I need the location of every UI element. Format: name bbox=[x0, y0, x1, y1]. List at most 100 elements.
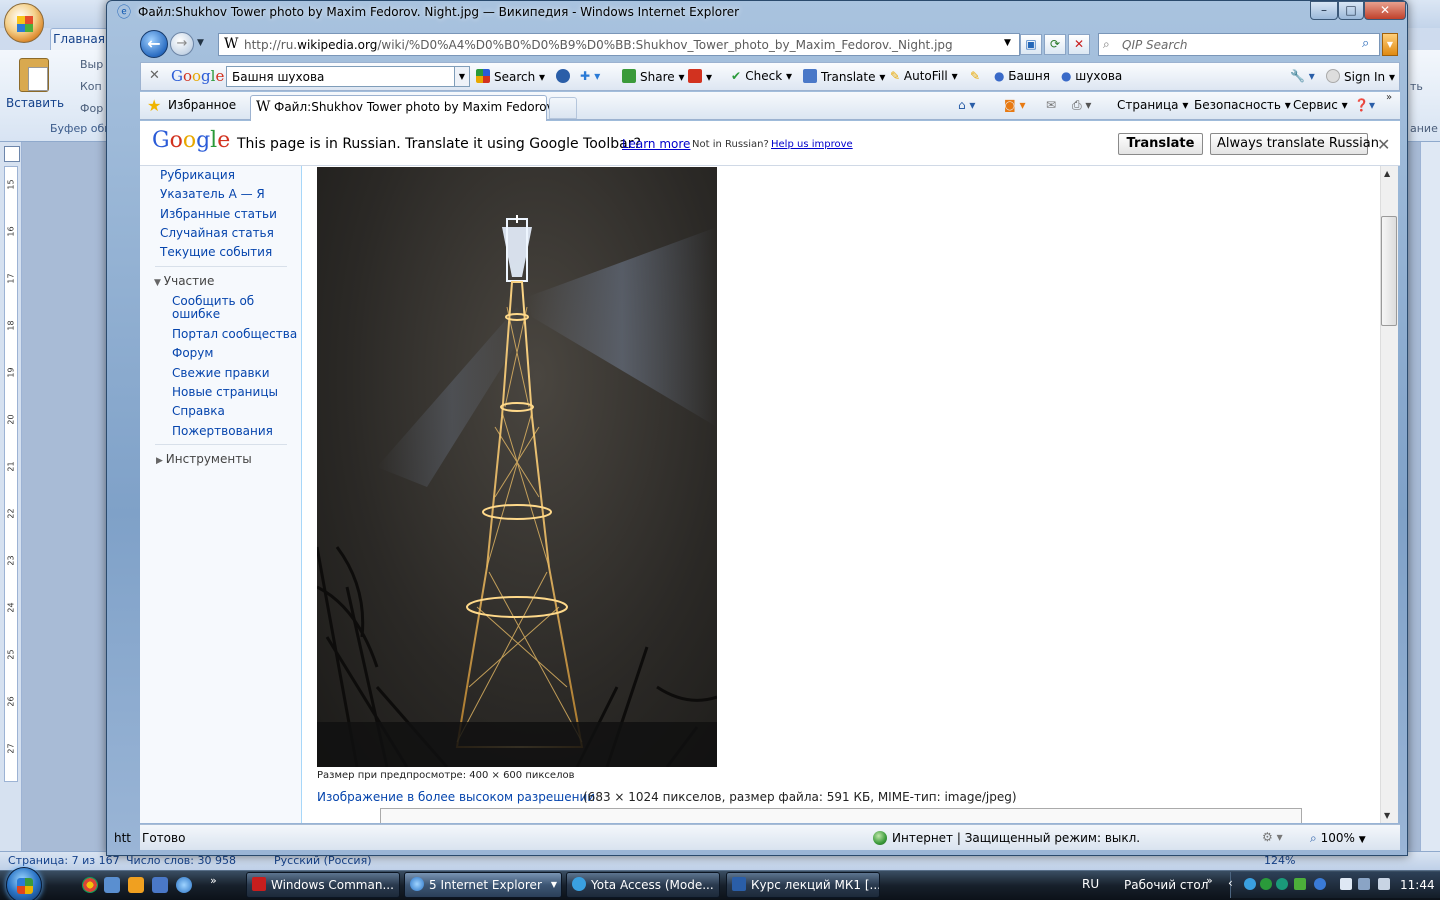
tools-menu[interactable]: Сервис ▾ bbox=[1293, 98, 1348, 112]
sidebar-item-help[interactable]: Справка bbox=[172, 404, 225, 418]
refresh-icon[interactable]: ⟳ bbox=[1044, 34, 1066, 55]
sidebar-item-featured[interactable]: Избранные статьи bbox=[160, 207, 277, 221]
task-word-document[interactable]: Курс лекций МК1 [... bbox=[726, 872, 880, 898]
shukhov-tower-photo[interactable] bbox=[317, 167, 717, 767]
switch-windows-icon[interactable] bbox=[152, 877, 168, 893]
print-icon[interactable]: ⎙ ▾ bbox=[1072, 98, 1091, 113]
favorites-star-icon[interactable]: ★ bbox=[147, 96, 161, 115]
learn-more-link[interactable]: Learn more bbox=[622, 137, 690, 151]
add-button-icon[interactable]: ✚ ▾ bbox=[580, 69, 600, 83]
sidebar-item-community-portal[interactable]: Портал сообщества bbox=[172, 327, 297, 341]
sidebar-item-rubrics[interactable]: Рубрикация bbox=[160, 168, 235, 182]
clock[interactable]: 11:44 bbox=[1400, 878, 1435, 892]
paste-button[interactable]: Вставить bbox=[6, 56, 64, 122]
status-page[interactable]: Страница: 7 из 167 bbox=[8, 854, 120, 867]
task-yota-access[interactable]: Yota Access (Mode... bbox=[566, 872, 720, 898]
popup-blocker-icon[interactable]: ▾ bbox=[688, 69, 712, 84]
task-windows-commander[interactable]: Windows Comman... bbox=[246, 872, 400, 898]
tray-network-icon[interactable] bbox=[1244, 878, 1256, 890]
mail-icon[interactable]: ✉ bbox=[1046, 98, 1056, 112]
start-button[interactable] bbox=[6, 867, 42, 900]
always-translate-button[interactable]: Always translate Russian bbox=[1210, 133, 1379, 155]
address-url[interactable]: http://ru.wikipedia.org/wiki/%D0%A4%D0%B… bbox=[244, 38, 953, 52]
sign-in-button[interactable]: Sign In ▾ bbox=[1326, 69, 1395, 84]
forward-button[interactable]: → bbox=[170, 32, 194, 56]
show-desktop-icon[interactable] bbox=[104, 877, 120, 893]
desktop-more-icon[interactable]: » bbox=[1206, 874, 1213, 887]
tray-volume-icon[interactable] bbox=[1378, 878, 1390, 890]
cut-button[interactable]: Выр bbox=[80, 58, 103, 71]
tab-title[interactable]: Файл:Shukhov Tower photo by Maxim Fedoro… bbox=[274, 100, 572, 114]
wrench-icon[interactable]: 🔧 ▾ bbox=[1290, 69, 1315, 83]
translate-page-button[interactable]: Translate bbox=[1118, 133, 1203, 155]
format-painter-button[interactable]: Фор bbox=[80, 102, 103, 115]
spellcheck-button[interactable]: ✔ Check ▾ bbox=[731, 69, 792, 83]
sidebar-item-report-error[interactable]: Сообщить об ошибке bbox=[172, 294, 254, 321]
minimize-button[interactable]: – bbox=[1310, 1, 1338, 20]
tray-battery-icon[interactable] bbox=[1340, 878, 1352, 890]
translate-button[interactable]: Translate ▾ bbox=[803, 69, 885, 84]
scroll-up-arrow-icon[interactable]: ▲ bbox=[1384, 169, 1390, 178]
tray-app-icon[interactable] bbox=[1276, 878, 1288, 890]
share-button[interactable]: Share ▾ bbox=[622, 69, 684, 84]
protected-mode-icon[interactable]: ⚙ ▾ bbox=[1262, 830, 1283, 844]
high-resolution-link[interactable]: Изображение в более высоком разрешении bbox=[317, 790, 595, 804]
chrome-icon[interactable] bbox=[82, 877, 98, 893]
page-menu[interactable]: Страница ▾ bbox=[1117, 98, 1188, 112]
quicklaunch-more-icon[interactable]: » bbox=[210, 874, 217, 887]
office-button[interactable] bbox=[4, 3, 44, 43]
highlighter-icon[interactable]: ✎ bbox=[970, 69, 980, 83]
scroll-down-arrow-icon[interactable]: ▼ bbox=[1384, 811, 1390, 820]
scrollbar-thumb[interactable] bbox=[1381, 216, 1397, 326]
sidebar-item-new-pages[interactable]: Новые страницы bbox=[172, 385, 278, 399]
copy-button[interactable]: Коп bbox=[80, 80, 102, 93]
google-search-button[interactable]: Search ▾ bbox=[476, 69, 545, 84]
recent-pages-dropdown[interactable]: ▼ bbox=[197, 38, 204, 48]
security-zone[interactable]: Интернет | Защищенный режим: выкл. bbox=[892, 831, 1140, 845]
chevron-more-icon[interactable]: » bbox=[1386, 92, 1392, 103]
help-improve-link[interactable]: Help us improve bbox=[771, 139, 853, 150]
toolbar-close-icon[interactable]: ✕ bbox=[149, 68, 160, 83]
new-tab-button[interactable] bbox=[549, 97, 577, 119]
participation-section[interactable]: ▼ Участие bbox=[154, 274, 214, 288]
ie-quicklaunch-icon[interactable] bbox=[176, 877, 192, 893]
maximize-button[interactable]: □ bbox=[1338, 1, 1364, 20]
google-search-input[interactable]: Башня шухова bbox=[226, 66, 456, 87]
zoom-level[interactable]: ⌕ 100% ▼ bbox=[1310, 831, 1366, 846]
globe-icon[interactable] bbox=[556, 69, 574, 84]
sidebar-item-forum[interactable]: Форум bbox=[172, 346, 213, 360]
show-hidden-icons[interactable]: ‹ bbox=[1228, 876, 1233, 890]
stop-icon[interactable]: ✕ bbox=[1068, 34, 1090, 55]
close-window-button[interactable]: ✕ bbox=[1364, 1, 1406, 20]
tab-selector[interactable] bbox=[4, 146, 20, 162]
feeds-icon[interactable]: ◙ ▾ bbox=[1004, 98, 1025, 112]
word-tab-home[interactable]: Главная bbox=[50, 28, 108, 50]
close-translate-bar-icon[interactable]: ✕ bbox=[1377, 135, 1390, 154]
compatibility-view-icon[interactable]: ▣ bbox=[1020, 34, 1042, 55]
desktop-toolbar[interactable]: Рабочий стол bbox=[1124, 878, 1208, 892]
tray-signal-icon[interactable] bbox=[1358, 878, 1370, 890]
tools-section[interactable]: ▶ Инструменты bbox=[156, 452, 252, 466]
sidebar-item-random[interactable]: Случайная статья bbox=[160, 226, 274, 240]
tray-bluetooth-icon[interactable] bbox=[1314, 878, 1326, 890]
language-indicator[interactable]: RU bbox=[1082, 877, 1099, 891]
address-dropdown[interactable]: ▼ bbox=[1004, 38, 1011, 48]
back-button[interactable]: ← bbox=[140, 30, 168, 58]
media-player-icon[interactable] bbox=[128, 877, 144, 893]
tray-update-icon[interactable] bbox=[1294, 878, 1306, 890]
sidebar-item-current-events[interactable]: Текущие события bbox=[160, 245, 272, 259]
help-icon[interactable]: ❓▾ bbox=[1354, 98, 1375, 112]
sidebar-item-recent-changes[interactable]: Свежие правки bbox=[172, 366, 270, 380]
search-icon[interactable]: ⌕ bbox=[1362, 36, 1369, 51]
sidebar-item-index[interactable]: Указатель А — Я bbox=[160, 187, 265, 201]
sidebar-item-donate[interactable]: Пожертвования bbox=[172, 424, 273, 438]
search-options-dropdown[interactable]: ▼ bbox=[1382, 33, 1398, 56]
favorites-button[interactable]: Избранное bbox=[168, 98, 236, 112]
home-icon[interactable]: ⌂ ▾ bbox=[958, 98, 975, 112]
search-term-bashnya[interactable]: ● Башня bbox=[994, 69, 1050, 83]
search-term-shukhova[interactable]: ● шухова bbox=[1061, 69, 1122, 83]
task-internet-explorer-group[interactable]: 5 Internet Explorer ▼ bbox=[404, 872, 562, 898]
autofill-button[interactable]: ✎ AutoFill ▾ bbox=[890, 69, 958, 83]
word-scrollbar[interactable] bbox=[1420, 142, 1440, 852]
google-search-history-dropdown[interactable]: ▼ bbox=[454, 66, 470, 87]
